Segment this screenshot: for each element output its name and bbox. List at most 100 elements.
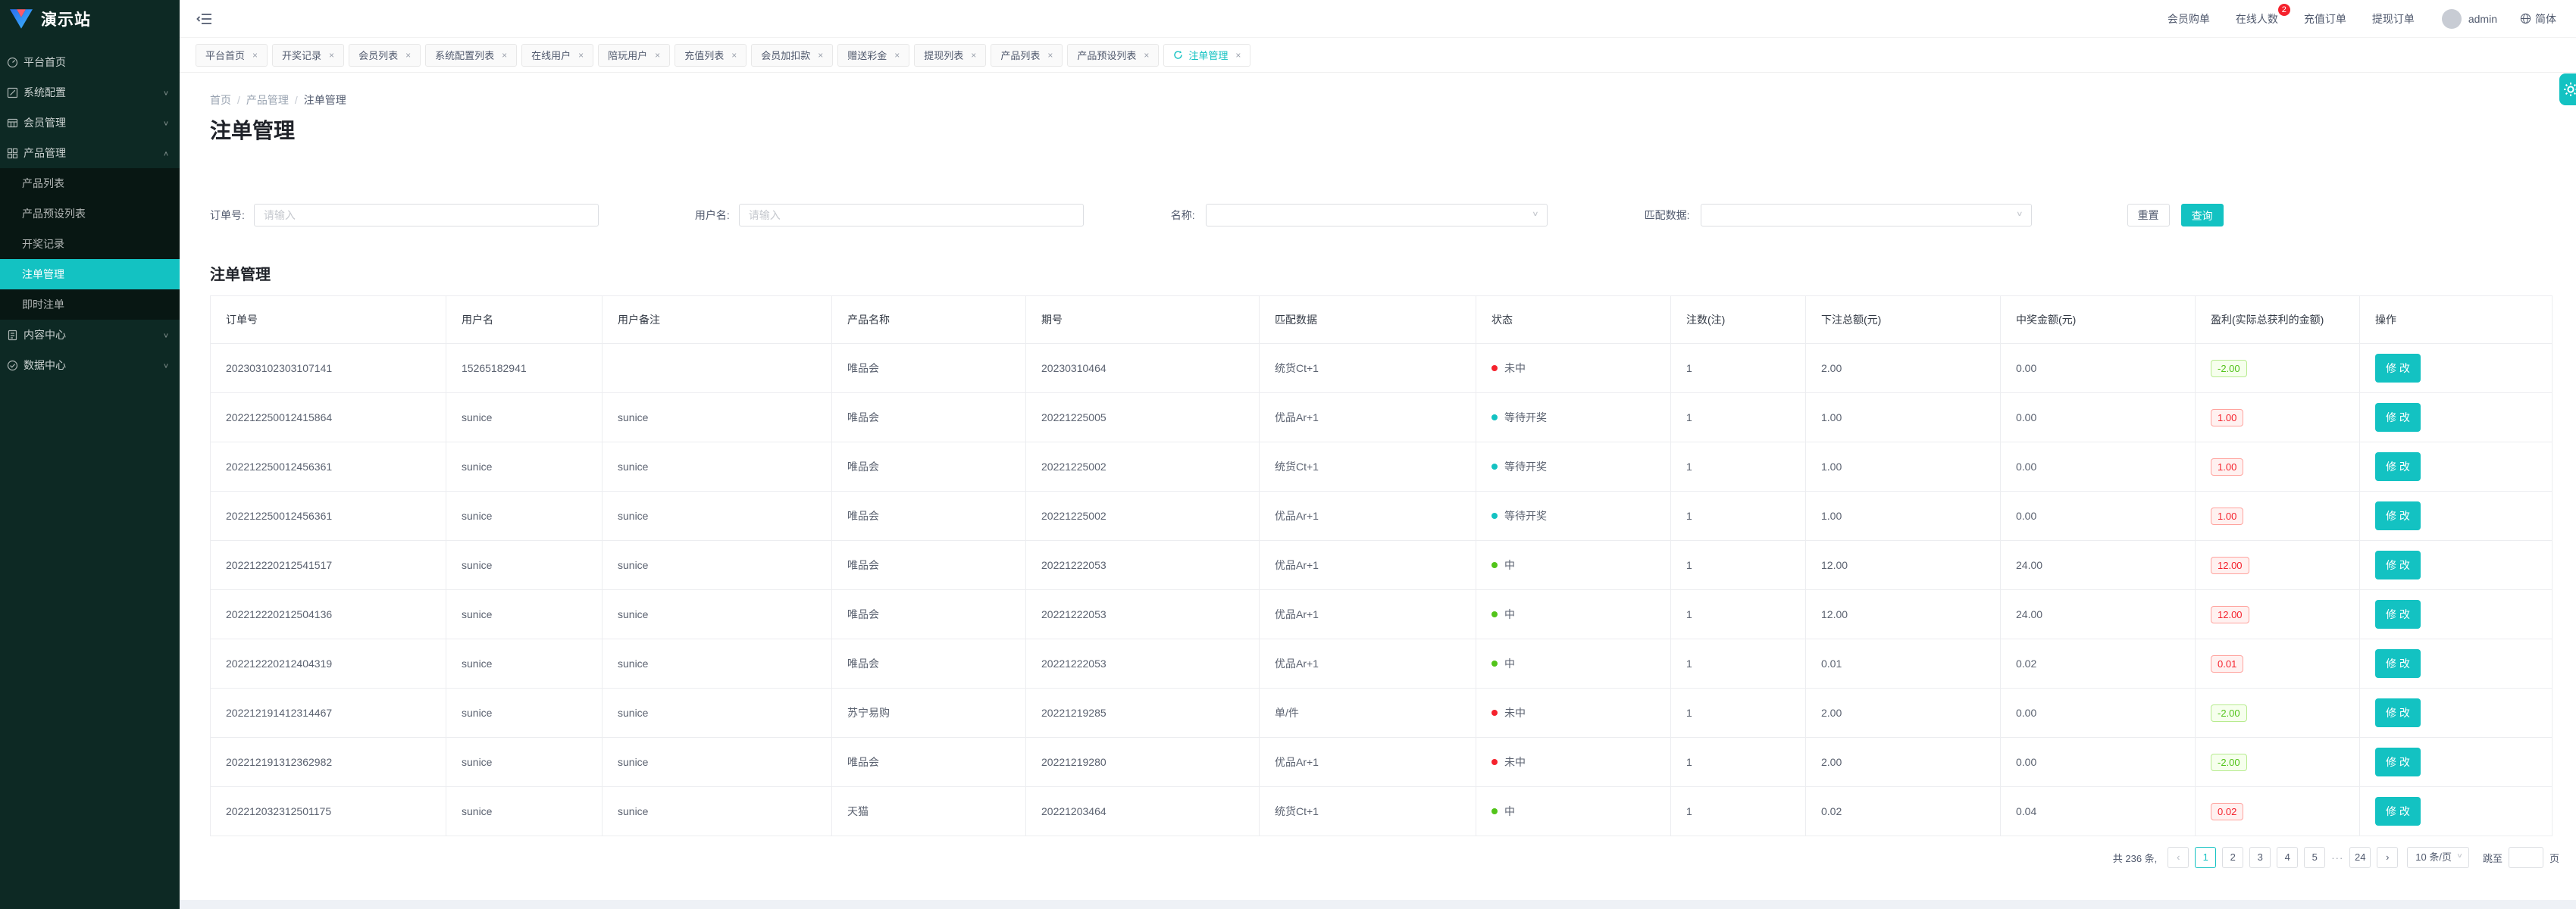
close-icon[interactable]: ×	[655, 50, 660, 61]
settings-gear-button[interactable]	[2559, 73, 2576, 105]
search-button[interactable]: 查询	[2181, 204, 2224, 226]
topbar-link-提现订单[interactable]: 提现订单	[2372, 11, 2415, 27]
orders-table: 订单号用户名用户备注产品名称期号匹配数据状态注数(注)下注总额(元)中奖金额(元…	[210, 295, 2553, 836]
edit-button[interactable]: 修 改	[2375, 698, 2421, 727]
tab-产品预设列表[interactable]: 产品预设列表×	[1067, 44, 1159, 67]
edit-button[interactable]: 修 改	[2375, 600, 2421, 629]
column-header-用户名: 用户名	[446, 296, 603, 344]
sidebar-subitem-产品预设列表[interactable]: 产品预设列表	[0, 198, 180, 229]
cell-status: 中	[1476, 541, 1671, 590]
sidebar-subitem-即时注单[interactable]: 即时注单	[0, 289, 180, 320]
sidebar-subitem-开奖记录[interactable]: 开奖记录	[0, 229, 180, 259]
close-icon[interactable]: ×	[1047, 50, 1053, 61]
cell-count: 1	[1671, 442, 1806, 492]
page-size-select[interactable]: 10 条/页∨	[2407, 847, 2469, 868]
close-icon[interactable]: ×	[818, 50, 823, 61]
status-indicator: 中	[1491, 558, 1663, 573]
language-label: 简体	[2535, 11, 2556, 27]
edit-button[interactable]: 修 改	[2375, 649, 2421, 678]
menu-collapse-icon[interactable]	[196, 11, 213, 27]
cell-period: 20221203464	[1026, 787, 1260, 836]
sidebar-subitem-注单管理[interactable]: 注单管理	[0, 259, 180, 289]
tab-在线用户[interactable]: 在线用户×	[521, 44, 593, 67]
sidebar-item-内容中心[interactable]: 内容中心∨	[0, 320, 180, 350]
tab-注单管理[interactable]: 注单管理×	[1163, 44, 1250, 67]
cell-remark: sunice	[603, 689, 832, 738]
pagination-page-1[interactable]: 1	[2195, 847, 2216, 868]
profit-badge: 1.00	[2211, 508, 2243, 525]
tab-产品列表[interactable]: 产品列表×	[991, 44, 1063, 67]
cell-action: 修 改	[2360, 442, 2553, 492]
tab-赠送彩金[interactable]: 赠送彩金×	[837, 44, 909, 67]
tab-会员加扣款[interactable]: 会员加扣款×	[751, 44, 833, 67]
cell-count: 1	[1671, 393, 1806, 442]
cell-count: 1	[1671, 492, 1806, 541]
app-logo[interactable]: 演示站	[0, 0, 180, 38]
name-select[interactable]: ∨	[1206, 204, 1548, 226]
tab-平台首页[interactable]: 平台首页×	[196, 44, 268, 67]
cell-count: 1	[1671, 738, 1806, 787]
close-icon[interactable]: ×	[502, 50, 507, 61]
edit-button[interactable]: 修 改	[2375, 797, 2421, 826]
sidebar-item-系统配置[interactable]: 系统配置∨	[0, 77, 180, 108]
cell-match-data: 优品Ar+1	[1260, 639, 1476, 689]
pagination-page-5[interactable]: 5	[2304, 847, 2325, 868]
status-dot-icon	[1491, 464, 1498, 470]
edit-button[interactable]: 修 改	[2375, 551, 2421, 579]
tab-陪玩用户[interactable]: 陪玩用户×	[598, 44, 670, 67]
topbar-link-会员购单[interactable]: 会员购单	[2168, 11, 2210, 27]
breadcrumb-item-首页[interactable]: 首页	[210, 94, 231, 106]
sidebar-item-产品管理[interactable]: 产品管理∧	[0, 138, 180, 168]
close-icon[interactable]: ×	[1235, 50, 1241, 61]
cell-remark: sunice	[603, 492, 832, 541]
status-text: 未中	[1504, 754, 1526, 770]
topbar-link-充值订单[interactable]: 充值订单	[2304, 11, 2346, 27]
pagination-page-4[interactable]: 4	[2277, 847, 2298, 868]
tab-提现列表[interactable]: 提现列表×	[914, 44, 986, 67]
edit-button[interactable]: 修 改	[2375, 452, 2421, 481]
edit-button[interactable]: 修 改	[2375, 403, 2421, 432]
sidebar-item-平台首页[interactable]: 平台首页	[0, 47, 180, 77]
jump-page-input[interactable]	[2509, 847, 2543, 868]
order-no-input[interactable]	[254, 204, 599, 226]
close-icon[interactable]: ×	[894, 50, 900, 61]
edit-button[interactable]: 修 改	[2375, 748, 2421, 776]
sidebar-subitem-产品列表[interactable]: 产品列表	[0, 168, 180, 198]
pagination-page-2[interactable]: 2	[2222, 847, 2243, 868]
cell-product: 唯品会	[832, 639, 1026, 689]
close-icon[interactable]: ×	[578, 50, 584, 61]
tab-充值列表[interactable]: 充值列表×	[675, 44, 747, 67]
username-input[interactable]	[739, 204, 1084, 226]
pagination-next-button[interactable]: ›	[2377, 847, 2398, 868]
edit-button[interactable]: 修 改	[2375, 354, 2421, 383]
cell-status: 中	[1476, 590, 1671, 639]
sidebar-item-会员管理[interactable]: 会员管理∨	[0, 108, 180, 138]
close-icon[interactable]: ×	[971, 50, 976, 61]
pagination-page-3[interactable]: 3	[2249, 847, 2271, 868]
language-switcher[interactable]: 简体	[2520, 11, 2556, 27]
cell-period: 20221222053	[1026, 639, 1260, 689]
status-dot-icon	[1491, 661, 1498, 667]
profit-badge: -2.00	[2211, 360, 2247, 377]
close-icon[interactable]: ×	[329, 50, 334, 61]
breadcrumb-item-产品管理[interactable]: 产品管理	[246, 94, 289, 106]
reset-button[interactable]: 重置	[2127, 204, 2170, 226]
cell-order-no: 202212250012415864	[211, 393, 446, 442]
tab-系统配置列表[interactable]: 系统配置列表×	[425, 44, 517, 67]
pagination-page-24[interactable]: 24	[2349, 847, 2371, 868]
sidebar-item-数据中心[interactable]: 数据中心∨	[0, 350, 180, 380]
close-icon[interactable]: ×	[405, 50, 411, 61]
user-menu[interactable]: admin	[2442, 9, 2497, 29]
tab-bar: 平台首页×开奖记录×会员列表×系统配置列表×在线用户×陪玩用户×充值列表×会员加…	[180, 38, 2576, 73]
profit-badge: -2.00	[2211, 704, 2247, 722]
pagination-prev-button[interactable]: ‹	[2168, 847, 2189, 868]
topbar-link-在线人数[interactable]: 在线人数2	[2236, 11, 2278, 27]
close-icon[interactable]: ×	[1144, 50, 1149, 61]
match-data-select[interactable]: ∨	[1701, 204, 2032, 226]
edit-button[interactable]: 修 改	[2375, 501, 2421, 530]
tab-开奖记录[interactable]: 开奖记录×	[272, 44, 344, 67]
close-icon[interactable]: ×	[252, 50, 258, 61]
pagination-ellipsis[interactable]: ···	[2331, 852, 2343, 864]
tab-会员列表[interactable]: 会员列表×	[349, 44, 421, 67]
close-icon[interactable]: ×	[731, 50, 737, 61]
